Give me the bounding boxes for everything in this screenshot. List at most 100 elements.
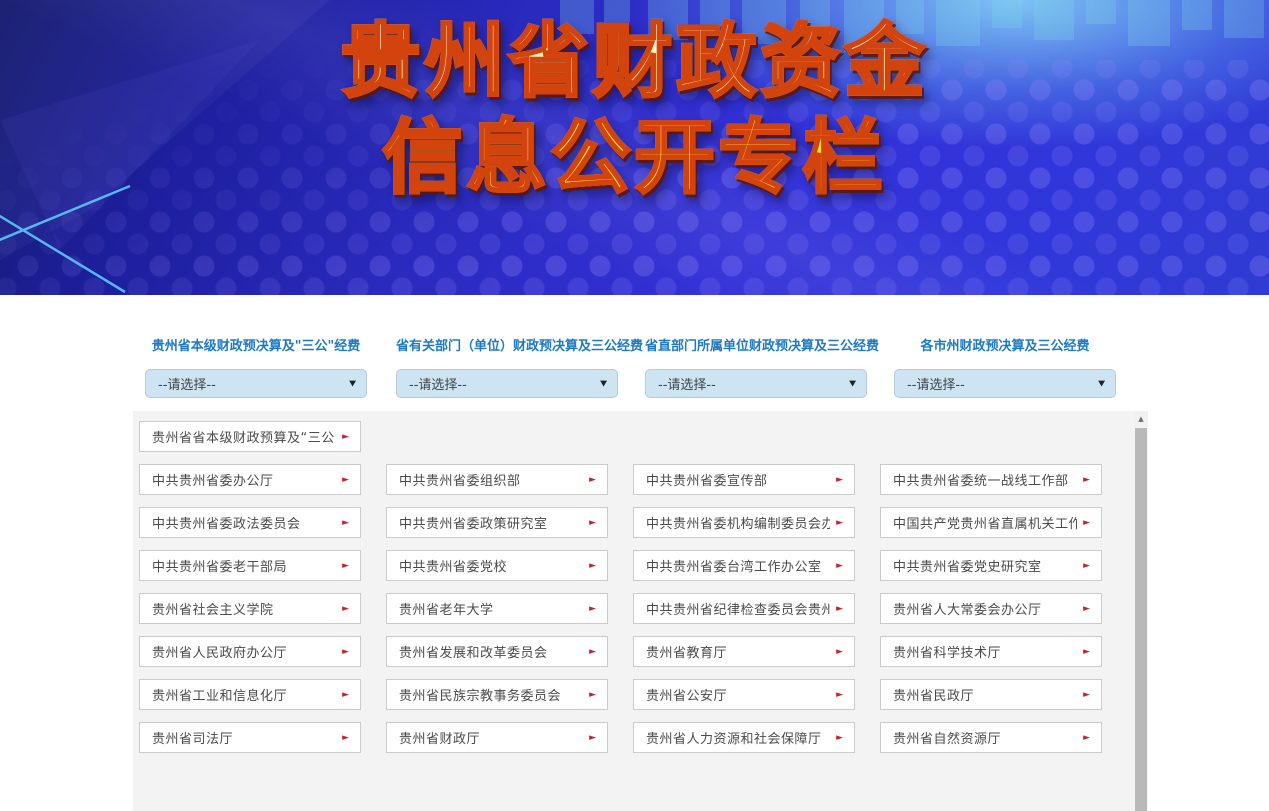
list-item[interactable]: 贵州省司法厅► [139,722,361,753]
arrow-right-icon: ► [1083,475,1090,485]
arrow-right-icon: ► [1083,561,1090,571]
list-item-label: 贵州省老年大学 [399,599,494,618]
list-item-label: 贵州省发展和改革委员会 [399,642,548,661]
select-value: --请选择-- [658,374,716,393]
subordinate-unit-budget-select[interactable]: --请选择-- ▼ [645,369,867,398]
list-item[interactable]: 贵州省社会主义学院► [139,593,361,624]
filter-departments: 省有关部门（单位）财政预决算及三公经费 --请选择-- ▼ [396,335,618,398]
arrow-right-icon: ► [589,604,596,614]
list-item[interactable]: 中共贵州省委办公厅 ► [139,464,361,495]
list-item-label: 贵州省司法厅 [152,728,233,747]
list-item[interactable]: 贵州省人大常委会办公厅 ► [880,593,1102,624]
list-item-label: 贵州省自然资源厅 [893,728,1001,747]
arrow-right-icon: ► [1083,733,1090,743]
list-item-label: 贵州省科学技术厅 [893,642,1001,661]
arrow-right-icon: ► [589,561,596,571]
list-item[interactable]: 中共贵州省委政法委员会► [139,507,361,538]
select-value: --请选择-- [158,374,216,393]
arrow-right-icon: ► [836,518,843,528]
list-item-label: 中共贵州省委台湾工作办公室 [646,556,822,575]
list-item[interactable]: 贵州省自然资源厅 ► [880,722,1102,753]
arrow-right-icon: ► [1083,690,1090,700]
list-item[interactable]: 中共贵州省纪律检查委员会贵州省...► [633,593,855,624]
arrow-right-icon: ► [589,475,596,485]
list-item[interactable]: 中共贵州省委组织部► [386,464,608,495]
empty-cell [880,421,1102,452]
list-item[interactable]: 贵州省财政厅► [386,722,608,753]
chevron-down-icon: ▼ [600,379,607,388]
list-item-label: 中共贵州省委统一战线工作部 [893,470,1069,489]
arrow-right-icon: ► [836,647,843,657]
list-item-label: 贵州省工业和信息化厅 [152,685,287,704]
list-item[interactable]: 中共贵州省委统一战线工作部 ► [880,464,1102,495]
arrow-right-icon: ► [836,475,843,485]
list-item-label: 中共贵州省委机构编制委员会办公室 [646,513,830,532]
empty-cell [633,421,855,452]
list-item-label: 中共贵州省委老干部局 [152,556,287,575]
filter-cities: 各市州财政预决算及三公经费 --请选择-- ▼ [894,335,1116,398]
arrow-right-icon: ► [342,561,349,571]
empty-cell [386,421,608,452]
list-item[interactable]: 贵州省民政厅 ► [880,679,1102,710]
list-item-label: 贵州省民政厅 [893,685,974,704]
list-item-label: 贵州省教育厅 [646,642,727,661]
filter-label: 省直部门所属单位财政预决算及三公经费 [645,335,867,354]
scroll-up-button[interactable]: ▲ [1134,411,1148,427]
vertical-scrollbar[interactable]: ▲ [1134,411,1148,811]
list-item[interactable]: 中共贵州省委党史研究室 ► [880,550,1102,581]
filter-provincial: 贵州省本级财政预决算及"三公"经费 --请选择-- ▼ [145,335,367,398]
list-item-label: 中共贵州省委党校 [399,556,507,575]
list-item[interactable]: 中共贵州省委机构编制委员会办公室 ► [633,507,855,538]
department-list-panel: 贵州省省本级财政预算及“三公”经费►中共贵州省委办公厅►中共贵州省委组织部►中共… [133,411,1148,811]
list-item[interactable]: 中共贵州省委政策研究室► [386,507,608,538]
list-item[interactable]: 中共贵州省委台湾工作办公室 ► [633,550,855,581]
chevron-down-icon: ▼ [1098,379,1105,388]
arrow-right-icon: ► [589,690,596,700]
list-item-label: 贵州省社会主义学院 [152,599,274,618]
arrow-right-icon: ► [1083,647,1090,657]
list-item[interactable]: 贵州省人力资源和社会保障厅► [633,722,855,753]
list-item[interactable]: 贵州省老年大学 ► [386,593,608,624]
list-item[interactable]: 贵州省民族宗教事务委员会► [386,679,608,710]
provincial-budget-select[interactable]: --请选择-- ▼ [145,369,367,398]
list-item[interactable]: 贵州省公安厅► [633,679,855,710]
list-item-label: 中国共产党贵州省直属机关工作委员会 [893,513,1077,532]
filter-label: 省有关部门（单位）财政预决算及三公经费 [396,335,618,354]
list-item-label: 贵州省省本级财政预算及“三公”经费 [152,427,336,446]
department-budget-select[interactable]: --请选择-- ▼ [396,369,618,398]
list-item-label: 贵州省人大常委会办公厅 [893,599,1042,618]
list-item-label: 中共贵州省委政策研究室 [399,513,548,532]
arrow-right-icon: ► [1083,518,1090,528]
list-item-label: 中共贵州省委政法委员会 [152,513,301,532]
list-item-label: 中共贵州省委党史研究室 [893,556,1042,575]
arrow-right-icon: ► [1083,604,1090,614]
list-item[interactable]: 中共贵州省委老干部局 ► [139,550,361,581]
filter-label: 各市州财政预决算及三公经费 [894,335,1116,354]
list-item[interactable]: 贵州省人民政府办公厅 ► [139,636,361,667]
filter-label: 贵州省本级财政预决算及"三公"经费 [145,335,367,354]
chevron-down-icon: ▼ [349,379,356,388]
select-value: --请选择-- [907,374,965,393]
arrow-right-icon: ► [836,733,843,743]
list-item[interactable]: 贵州省省本级财政预算及“三公”经费► [139,421,361,452]
arrow-right-icon: ► [589,733,596,743]
arrow-right-icon: ► [836,561,843,571]
list-item-label: 中共贵州省委办公厅 [152,470,274,489]
scrollbar-thumb[interactable] [1135,428,1147,811]
arrow-right-icon: ► [342,690,349,700]
page-title-line1: 贵州省财政资金 [0,14,1269,110]
arrow-right-icon: ► [836,690,843,700]
city-budget-select[interactable]: --请选择-- ▼ [894,369,1116,398]
list-item[interactable]: 贵州省工业和信息化厅 ► [139,679,361,710]
list-item[interactable]: 中国共产党贵州省直属机关工作委员会 ► [880,507,1102,538]
page-title: 贵州省财政资金 信息公开专栏 [0,0,1269,206]
arrow-right-icon: ► [342,647,349,657]
list-item-label: 贵州省人民政府办公厅 [152,642,287,661]
arrow-right-icon: ► [342,475,349,485]
page-title-line2: 信息公开专栏 [0,110,1269,206]
list-item[interactable]: 中共贵州省委党校 ► [386,550,608,581]
list-item[interactable]: 中共贵州省委宣传部► [633,464,855,495]
list-item[interactable]: 贵州省科学技术厅 ► [880,636,1102,667]
list-item[interactable]: 贵州省发展和改革委员会► [386,636,608,667]
list-item[interactable]: 贵州省教育厅 ► [633,636,855,667]
